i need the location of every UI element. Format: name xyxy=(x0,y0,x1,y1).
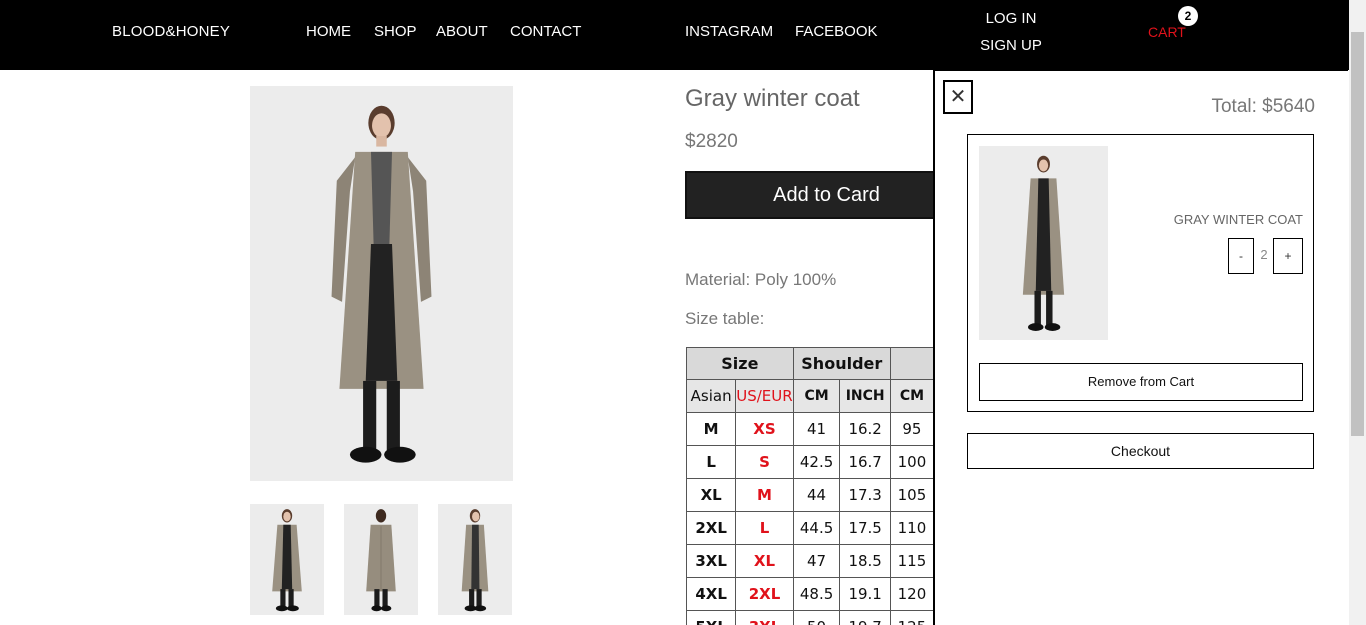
column-header-asian: Asian xyxy=(686,379,737,413)
size-table-row: M XS 41 16.2 95 xyxy=(686,412,934,446)
nav-shop[interactable]: SHOP xyxy=(374,23,417,40)
bust-cm-cell: 120 xyxy=(889,577,934,611)
size-group-header: Size xyxy=(686,347,794,380)
bust-cm-cell: 115 xyxy=(889,544,934,578)
bust-cm-cell: 100 xyxy=(889,445,934,479)
quantity-value: 2 xyxy=(1260,247,1268,262)
shoulder-cm-cell: 44.5 xyxy=(792,511,841,545)
size-table-row: 3XL XL 47 18.5 115 xyxy=(686,544,934,578)
product-material: Material: Poly 100% xyxy=(685,270,837,289)
scrollbar-thumb[interactable] xyxy=(1351,32,1364,436)
size-table-row: XL M 44 17.3 105 xyxy=(686,478,934,512)
nav-contact[interactable]: CONTACT xyxy=(510,23,581,40)
nav-facebook[interactable]: FACEBOOK xyxy=(795,23,878,40)
cart-total: Total: $5640 xyxy=(1211,96,1315,117)
shoulder-cm-cell: 44 xyxy=(792,478,841,512)
top-navbar: BLOOD&HONEY HOME SHOP ABOUT CONTACT INST… xyxy=(0,0,1366,70)
product-main-image xyxy=(250,86,513,481)
nav-home[interactable]: HOME xyxy=(306,23,351,40)
shoulder-cm-cell: 48.5 xyxy=(792,577,841,611)
size-us-eur-cell: XS xyxy=(735,412,794,446)
bust-cm-cell: 110 xyxy=(889,511,934,545)
shoulder-cm-cell: 41 xyxy=(792,412,841,446)
size-us-eur-cell: XL xyxy=(735,544,794,578)
size-table-row: L S 42.5 16.7 100 xyxy=(686,445,934,479)
nav-about[interactable]: ABOUT xyxy=(436,23,488,40)
shoulder-cm-cell: 42.5 xyxy=(792,445,841,479)
column-header-cm: CM xyxy=(889,379,934,413)
size-us-eur-cell: 2XL xyxy=(735,577,794,611)
column-header-us-eur: US/EUR xyxy=(735,379,794,413)
product-title: Gray winter coat xyxy=(685,85,860,112)
shoulder-inch-cell: 19.7 xyxy=(839,610,891,625)
login-link[interactable]: LOG IN xyxy=(980,10,1042,27)
size-asian-cell: 3XL xyxy=(686,544,737,578)
column-header-cm: CM xyxy=(792,379,841,413)
bust-group-header xyxy=(889,347,934,380)
size-asian-cell: XL xyxy=(686,478,737,512)
size-asian-cell: 2XL xyxy=(686,511,737,545)
shoulder-inch-cell: 19.1 xyxy=(839,577,891,611)
shoulder-inch-cell: 17.5 xyxy=(839,511,891,545)
shoulder-inch-cell: 18.5 xyxy=(839,544,891,578)
size-us-eur-cell: L xyxy=(735,511,794,545)
cart-count-badge: 2 xyxy=(1178,6,1198,26)
size-asian-cell: 4XL xyxy=(686,577,737,611)
shoulder-group-header: Shoulder xyxy=(792,347,891,380)
size-table-image: Size Shoulder Asian US/EUR CM INCH CM MX… xyxy=(686,347,934,625)
bust-cm-cell: 125 xyxy=(889,610,934,625)
add-to-cart-button[interactable]: Add to Card xyxy=(685,171,968,219)
bust-cm-cell: 95 xyxy=(889,412,934,446)
size-asian-cell: M xyxy=(686,412,737,446)
size-table-label: Size table: xyxy=(685,309,765,328)
size-table-row: 4XL 2XL 48.5 19.1 120 xyxy=(686,577,934,611)
product-thumbnail-front[interactable] xyxy=(250,504,324,615)
quantity-decrease-button[interactable]: - xyxy=(1228,238,1254,274)
product-thumbnail-back[interactable] xyxy=(344,504,418,615)
size-asian-cell: L xyxy=(686,445,737,479)
product-thumbnail-side[interactable] xyxy=(438,504,512,615)
size-table: Size Shoulder Asian US/EUR CM INCH CM MX… xyxy=(686,347,934,625)
product-price: $2820 xyxy=(685,131,738,152)
shoulder-inch-cell: 16.7 xyxy=(839,445,891,479)
remove-from-cart-button[interactable]: Remove from Cart xyxy=(979,363,1303,401)
bust-cm-cell: 105 xyxy=(889,478,934,512)
size-us-eur-cell: S xyxy=(735,445,794,479)
cart-item-name: GRAY WINTER COAT xyxy=(1173,212,1303,227)
shoulder-cm-cell: 47 xyxy=(792,544,841,578)
close-cart-button[interactable]: ✕ xyxy=(943,80,973,114)
shoulder-inch-cell: 16.2 xyxy=(839,412,891,446)
cart-item-image xyxy=(979,146,1108,340)
size-us-eur-cell: 3XL xyxy=(735,610,794,625)
size-table-row: 2XL L 44.5 17.5 110 xyxy=(686,511,934,545)
shoulder-cm-cell: 50 xyxy=(792,610,841,625)
size-asian-cell: 5XL xyxy=(686,610,737,625)
cart-link[interactable]: CART xyxy=(1148,24,1186,40)
checkout-button[interactable]: Checkout xyxy=(967,433,1314,469)
nav-instagram[interactable]: INSTAGRAM xyxy=(685,23,773,40)
size-table-row: 5XL3XL5019.7125 xyxy=(686,610,934,625)
quantity-increase-button[interactable]: + xyxy=(1273,238,1303,274)
shoulder-inch-cell: 17.3 xyxy=(839,478,891,512)
column-header-inch: INCH xyxy=(839,379,891,413)
signup-link[interactable]: SIGN UP xyxy=(980,37,1042,54)
brand-logo[interactable]: BLOOD&HONEY xyxy=(112,23,230,40)
size-us-eur-cell: M xyxy=(735,478,794,512)
